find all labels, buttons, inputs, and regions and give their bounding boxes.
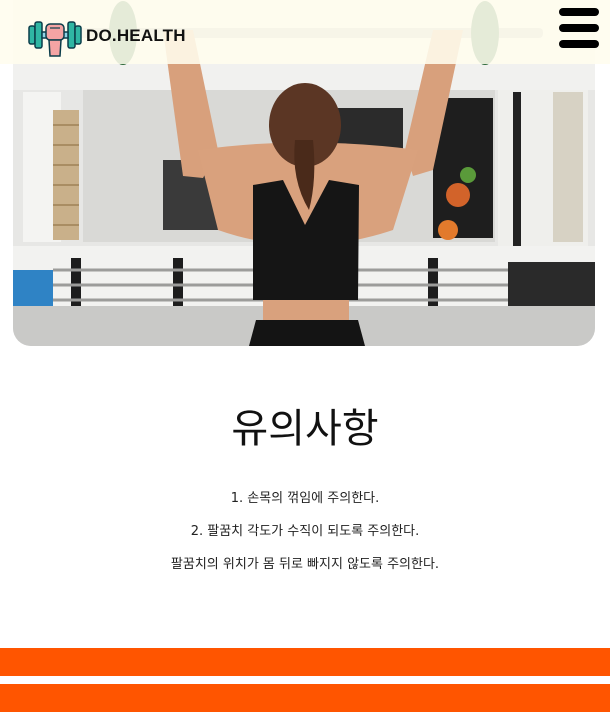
dumbbell-fist-icon: [26, 14, 84, 58]
caution-list: 1. 손목의 꺾임에 주의한다. 2. 팔꿈치 각도가 수직이 되도록 주의한다…: [0, 488, 610, 587]
site-header: DO.HEALTH: [0, 0, 610, 64]
list-item: 팔꿈치의 위치가 몸 뒤로 빠지지 않도록 주의한다.: [170, 557, 440, 572]
list-item: 1. 손목의 꺾임에 주의한다.: [230, 491, 380, 506]
brand-name: DO.HEALTH: [86, 26, 186, 45]
page-title: 유의사항: [231, 406, 379, 452]
logo[interactable]: DO.HEALTH: [26, 14, 186, 58]
footer-band-bottom: [0, 684, 610, 712]
footer-band-top: [0, 648, 610, 676]
hamburger-menu-icon[interactable]: [559, 8, 599, 48]
list-item: 2. 팔꿈치 각도가 수직이 되도록 주의한다.: [190, 524, 420, 539]
